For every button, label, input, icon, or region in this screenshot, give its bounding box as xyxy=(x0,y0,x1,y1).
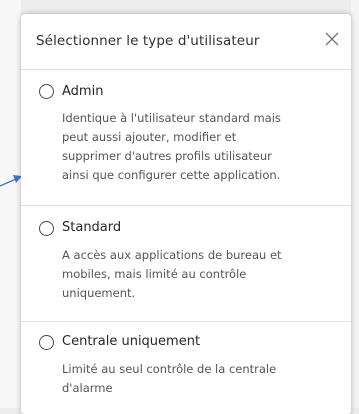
dialog-title: Sélectionner le type d'utilisateur xyxy=(36,33,260,49)
option-description: Limité au seul contrôle de la centrale d… xyxy=(62,362,277,395)
option-description: Identique à l'utilisateur standard mais … xyxy=(62,111,281,182)
dialog-header: Sélectionner le type d'utilisateur xyxy=(21,14,351,70)
option-label: Admin xyxy=(62,84,104,99)
radio-centrale[interactable] xyxy=(39,335,54,350)
option-description: A accès aux applications de bureau et mo… xyxy=(62,248,282,300)
radio-standard[interactable] xyxy=(39,221,54,236)
option-label: Centrale uniquement xyxy=(62,334,201,349)
radio-admin[interactable] xyxy=(39,84,54,99)
option-admin[interactable]: Admin Identique à l'utilisateur standard… xyxy=(21,70,351,206)
option-centrale-uniquement[interactable]: Centrale uniquement Limité au seul contr… xyxy=(21,322,351,414)
close-icon[interactable] xyxy=(322,29,342,49)
user-type-dialog: Sélectionner le type d'utilisateur Admin… xyxy=(21,14,351,414)
backdrop-right xyxy=(351,0,359,408)
option-standard[interactable]: Standard A accès aux applications de bur… xyxy=(21,206,351,322)
option-label: Standard xyxy=(62,220,122,235)
